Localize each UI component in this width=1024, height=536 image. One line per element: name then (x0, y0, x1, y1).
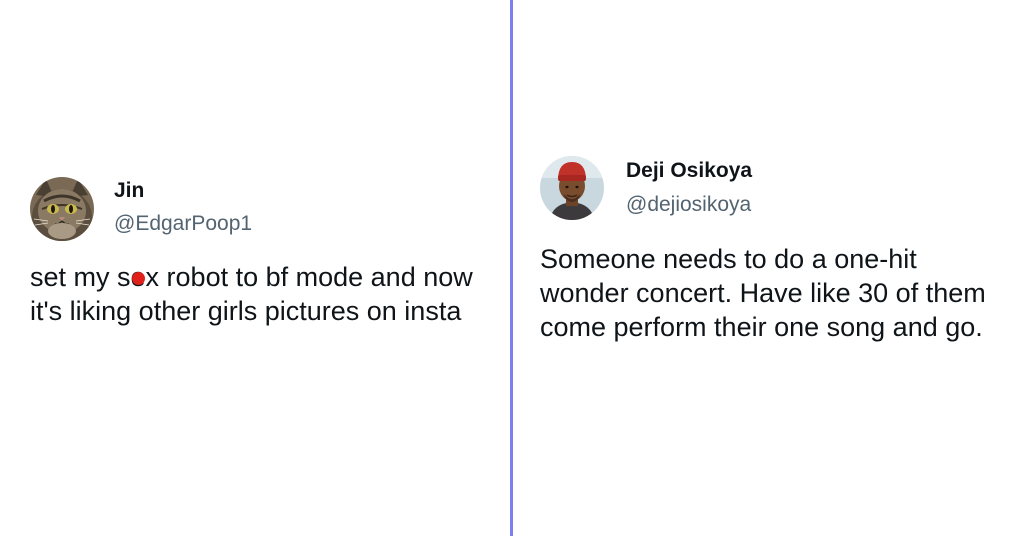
tweet-card-right: Deji Osikoya @dejiosikoya Someone needs … (540, 154, 1020, 344)
tweet-text-line: come perform their one song and go. (540, 312, 983, 342)
tweet-text-segment: set my s (30, 262, 131, 292)
tweet-text: Someone needs to do a one-hit wonder con… (540, 242, 1020, 344)
tweet-header: Jin @EdgarPoop1 (30, 177, 500, 243)
tweet-header: Deji Osikoya @dejiosikoya (540, 154, 1020, 222)
meme-canvas: Jin @EdgarPoop1 set my sex robot to bf m… (0, 0, 1024, 536)
censored-letter: e (131, 260, 146, 294)
tweet-text-line: set my sex robot to bf mode and now (30, 260, 500, 294)
tweet-text-line: it's liking other girls pictures on inst… (30, 296, 462, 326)
person-red-beanie-avatar-icon[interactable] (540, 156, 604, 220)
cat-avatar-icon[interactable] (30, 177, 94, 241)
tweet-text-line: wonder concert. Have like 30 of them (540, 278, 986, 308)
censor-dot-icon (132, 272, 146, 285)
tweet-text-segment: x robot to bf mode and now (145, 262, 473, 292)
tweet-text: set my sex robot to bf mode and now it's… (30, 260, 500, 328)
display-name[interactable]: Jin (114, 179, 144, 203)
tweet-card-left: Jin @EdgarPoop1 set my sex robot to bf m… (30, 177, 500, 328)
user-handle[interactable]: @EdgarPoop1 (114, 212, 252, 236)
user-handle[interactable]: @dejiosikoya (626, 193, 751, 217)
vertical-divider (510, 0, 513, 536)
tweet-text-line: Someone needs to do a one-hit (540, 244, 917, 274)
display-name[interactable]: Deji Osikoya (626, 159, 752, 183)
